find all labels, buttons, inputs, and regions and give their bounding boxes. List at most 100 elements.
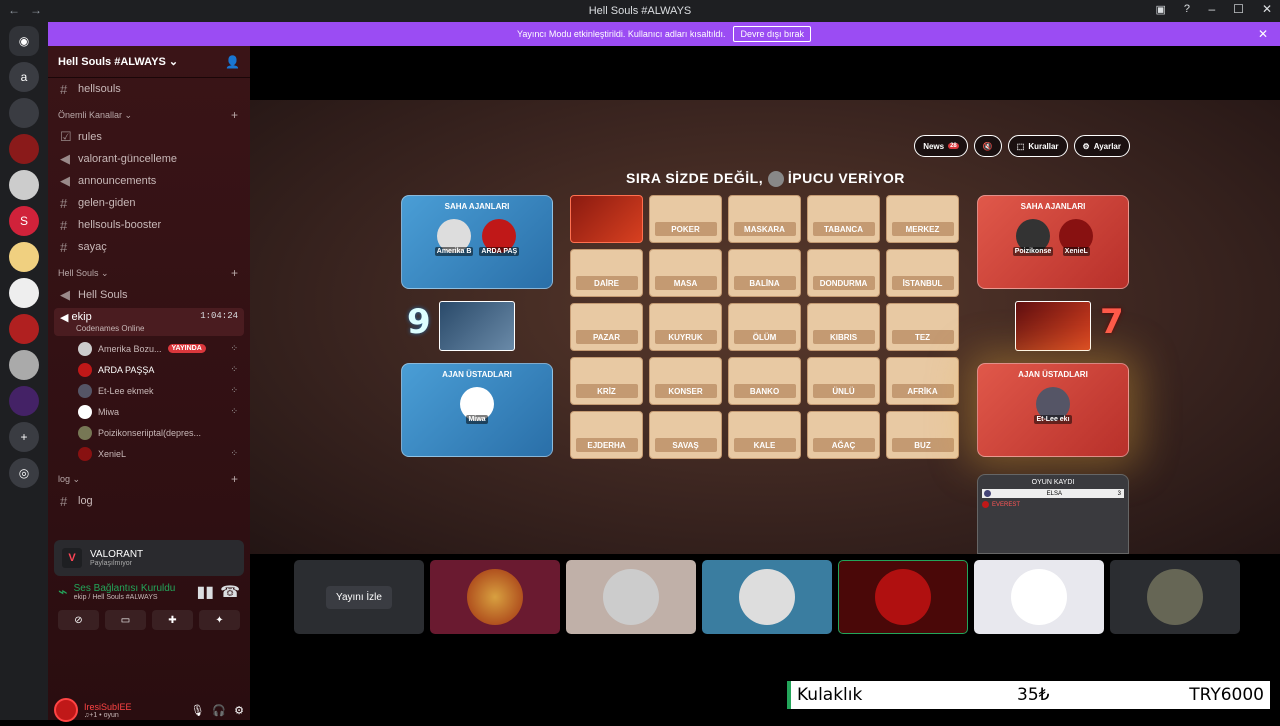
word-card[interactable]: İSTANBUL bbox=[886, 249, 959, 297]
server-icon[interactable] bbox=[9, 242, 39, 272]
back-icon[interactable]: ← bbox=[8, 3, 20, 17]
add-channel-icon[interactable]: + bbox=[231, 472, 238, 486]
disable-streamer-button[interactable]: Devre dışı bırak bbox=[733, 26, 811, 42]
word-card[interactable]: KIBRIS bbox=[807, 303, 880, 351]
help-icon[interactable]: ? bbox=[1184, 3, 1190, 16]
participant-tile[interactable] bbox=[566, 560, 696, 634]
word-card[interactable]: DAİRE bbox=[570, 249, 643, 297]
voice-channel-hell-souls[interactable]: ◀ Hell Souls bbox=[48, 284, 250, 306]
word-card[interactable]: PAZAR bbox=[570, 303, 643, 351]
screen-share-button[interactable]: ▭ bbox=[105, 610, 146, 630]
word-card[interactable]: KALE bbox=[728, 411, 801, 459]
voice-member[interactable]: Miwa ⁘ bbox=[48, 401, 250, 422]
channel-hellsouls[interactable]: # hellsouls bbox=[48, 78, 250, 100]
voice-member[interactable]: Et-Lee ekmek ⁘ bbox=[48, 380, 250, 401]
voice-member[interactable]: Amerika Bozu... YAYINDA ⁘ bbox=[48, 338, 250, 359]
team-member[interactable]: Amerika B bbox=[434, 219, 474, 256]
category-important[interactable]: Önemli Kanallar ⌄ + bbox=[48, 104, 250, 126]
channel-sayac[interactable]: # sayaç bbox=[48, 236, 250, 258]
word-card[interactable]: BANKO bbox=[728, 357, 801, 405]
add-channel-icon[interactable]: + bbox=[231, 108, 238, 122]
server-icon[interactable]: S bbox=[9, 206, 39, 236]
disconnect-icon[interactable]: ☎ bbox=[220, 582, 240, 602]
participant-tile[interactable] bbox=[430, 560, 560, 634]
word-card[interactable]: DONDURMA bbox=[807, 249, 880, 297]
team-member[interactable]: ARDA PAŞ bbox=[479, 219, 520, 256]
participant-tile[interactable] bbox=[702, 560, 832, 634]
participant-tile[interactable] bbox=[838, 560, 968, 634]
headphones-icon[interactable]: 🎧 bbox=[212, 704, 226, 717]
team-member[interactable]: Miwa bbox=[460, 387, 494, 424]
minimize-button[interactable]: – bbox=[1208, 2, 1215, 16]
close-icon[interactable]: ✕ bbox=[1258, 27, 1268, 41]
word-card[interactable]: ÖLÜM bbox=[728, 303, 801, 351]
word-card[interactable]: BUZ bbox=[886, 411, 959, 459]
explore-icon[interactable]: ◎ bbox=[9, 458, 39, 488]
avatar[interactable] bbox=[54, 698, 78, 722]
maximize-button[interactable]: ☐ bbox=[1233, 2, 1244, 16]
gear-icon[interactable]: ⚙ bbox=[234, 704, 244, 717]
channel-rules[interactable]: ☑ rules bbox=[48, 126, 250, 148]
invite-icon[interactable]: 👤 bbox=[225, 55, 240, 69]
watch-stream-tile[interactable]: Yayını İzle bbox=[294, 560, 424, 634]
signal-icon[interactable]: ⌁ bbox=[58, 582, 68, 602]
settings-button[interactable]: ⚙ Ayarlar bbox=[1073, 135, 1130, 157]
nav-arrows[interactable]: ← → bbox=[8, 3, 42, 17]
voice-member[interactable]: XenieL ⁘ bbox=[48, 443, 250, 464]
category-log[interactable]: log ⌄ + bbox=[48, 468, 250, 490]
discord-home-icon[interactable]: ◉ bbox=[9, 26, 39, 56]
server-icon[interactable] bbox=[9, 134, 39, 164]
add-server-icon[interactable]: + bbox=[9, 422, 39, 452]
server-icon[interactable] bbox=[9, 314, 39, 344]
server-icon[interactable]: a bbox=[9, 62, 39, 92]
close-button[interactable]: ✕ bbox=[1262, 2, 1272, 16]
word-card[interactable]: AFRİKA bbox=[886, 357, 959, 405]
category-hell-souls[interactable]: Hell Souls ⌄ + bbox=[48, 262, 250, 284]
noise-icon[interactable]: ▮▮ bbox=[196, 582, 214, 602]
watch-stream-button[interactable]: Yayını İzle bbox=[326, 585, 392, 609]
news-button[interactable]: News 28 bbox=[914, 135, 968, 157]
team-member[interactable]: XenieL bbox=[1059, 219, 1094, 256]
voice-channel-ekip[interactable]: ◀ ekip 1:04:24 Codenames Online bbox=[54, 308, 244, 336]
participant-tile[interactable] bbox=[1110, 560, 1240, 634]
voice-member[interactable]: ARDA PAŞŞA ⁘ bbox=[48, 359, 250, 380]
word-card[interactable]: ÜNLÜ bbox=[807, 357, 880, 405]
soundboard-button[interactable]: ✦ bbox=[199, 610, 240, 630]
word-card[interactable]: TABANCA bbox=[807, 195, 880, 243]
server-icon[interactable] bbox=[9, 170, 39, 200]
word-card[interactable]: MASA bbox=[649, 249, 722, 297]
activity-button[interactable]: ✚ bbox=[152, 610, 193, 630]
server-header[interactable]: Hell Souls #ALWAYS ⌄ 👤 bbox=[48, 46, 250, 78]
mute-button[interactable]: 🔇 bbox=[973, 135, 1002, 157]
word-card[interactable] bbox=[570, 195, 643, 243]
word-card[interactable]: AĞAÇ bbox=[807, 411, 880, 459]
team-member[interactable]: Poizikonse bbox=[1012, 219, 1054, 256]
word-card[interactable]: EJDERHA bbox=[570, 411, 643, 459]
channel-gelen-giden[interactable]: # gelen-giden bbox=[48, 192, 250, 214]
word-card[interactable]: POKER bbox=[649, 195, 722, 243]
channel-announcements[interactable]: ◀ announcements bbox=[48, 170, 250, 192]
channel-valorant[interactable]: ◀ valorant-güncelleme bbox=[48, 148, 250, 170]
word-card[interactable]: KRİZ bbox=[570, 357, 643, 405]
server-icon[interactable] bbox=[9, 98, 39, 128]
voice-member[interactable]: Poizikonseriiptal(depres... bbox=[48, 422, 250, 443]
forward-icon[interactable]: → bbox=[30, 3, 42, 17]
camera-button[interactable]: ⊘ bbox=[58, 610, 99, 630]
participant-tile[interactable] bbox=[974, 560, 1104, 634]
add-channel-icon[interactable]: + bbox=[231, 266, 238, 280]
rules-button[interactable]: ⬚ Kurallar bbox=[1007, 135, 1068, 157]
word-card[interactable]: TEZ bbox=[886, 303, 959, 351]
team-member[interactable]: Et-Lee ekı bbox=[1034, 387, 1072, 424]
word-card[interactable]: MERKEZ bbox=[886, 195, 959, 243]
word-card[interactable]: KUYRUK bbox=[649, 303, 722, 351]
server-icon[interactable] bbox=[9, 350, 39, 380]
inbox-icon[interactable]: ▣ bbox=[1155, 3, 1165, 16]
word-card[interactable]: MASKARA bbox=[728, 195, 801, 243]
channel-log[interactable]: # log bbox=[48, 490, 250, 512]
server-icon[interactable] bbox=[9, 386, 39, 416]
word-card[interactable]: BALİNA bbox=[728, 249, 801, 297]
word-card[interactable]: KONSER bbox=[649, 357, 722, 405]
channel-booster[interactable]: # hellsouls-booster bbox=[48, 214, 250, 236]
mic-icon[interactable]: 🎙 bbox=[190, 704, 204, 717]
server-icon[interactable] bbox=[9, 278, 39, 308]
